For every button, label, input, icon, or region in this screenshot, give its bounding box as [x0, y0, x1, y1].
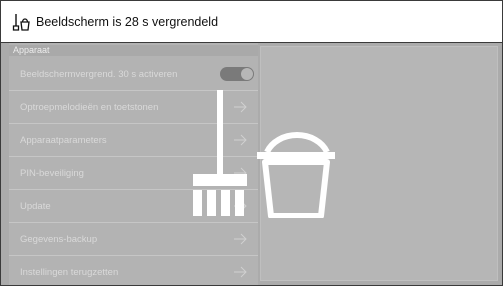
- broom-bucket-icon: [193, 90, 335, 218]
- clean-lock-icon: [12, 13, 30, 31]
- menu-item-label: PIN-beveiliging: [20, 167, 84, 179]
- menu-item-label: Gegevens-backup: [20, 233, 98, 245]
- lock-status-text: Beeldscherm is 28 s vergrendeld: [36, 14, 219, 29]
- status-header: Beeldscherm is 28 s vergrendeld: [1, 1, 502, 43]
- chevron-right-icon: [234, 266, 247, 278]
- menu-item-label: Update: [20, 200, 51, 212]
- menu-item-reset-settings[interactable]: Instellingen terugzetten: [9, 256, 258, 285]
- toggle-knob: [241, 68, 253, 80]
- menu-item-label: Optroepmelodieën en toetstonen: [20, 101, 159, 113]
- menu-item-label: Apparaatparameters: [20, 134, 107, 146]
- section-label: Apparaat: [9, 45, 258, 56]
- menu-item-label: Instellingen terugzetten: [20, 267, 119, 278]
- device-screen: Beeldscherm is 28 s vergrendeld Apparaat…: [0, 0, 503, 286]
- menu-item-data-backup[interactable]: Gegevens-backup: [9, 223, 258, 256]
- menu-item-screen-lock[interactable]: Beeldschermvergrend. 30 s activeren: [9, 58, 258, 91]
- menu-item-label: Beeldschermvergrend. 30 s activeren: [20, 68, 178, 80]
- chevron-right-icon: [234, 233, 247, 245]
- screen-lock-toggle[interactable]: [220, 67, 254, 81]
